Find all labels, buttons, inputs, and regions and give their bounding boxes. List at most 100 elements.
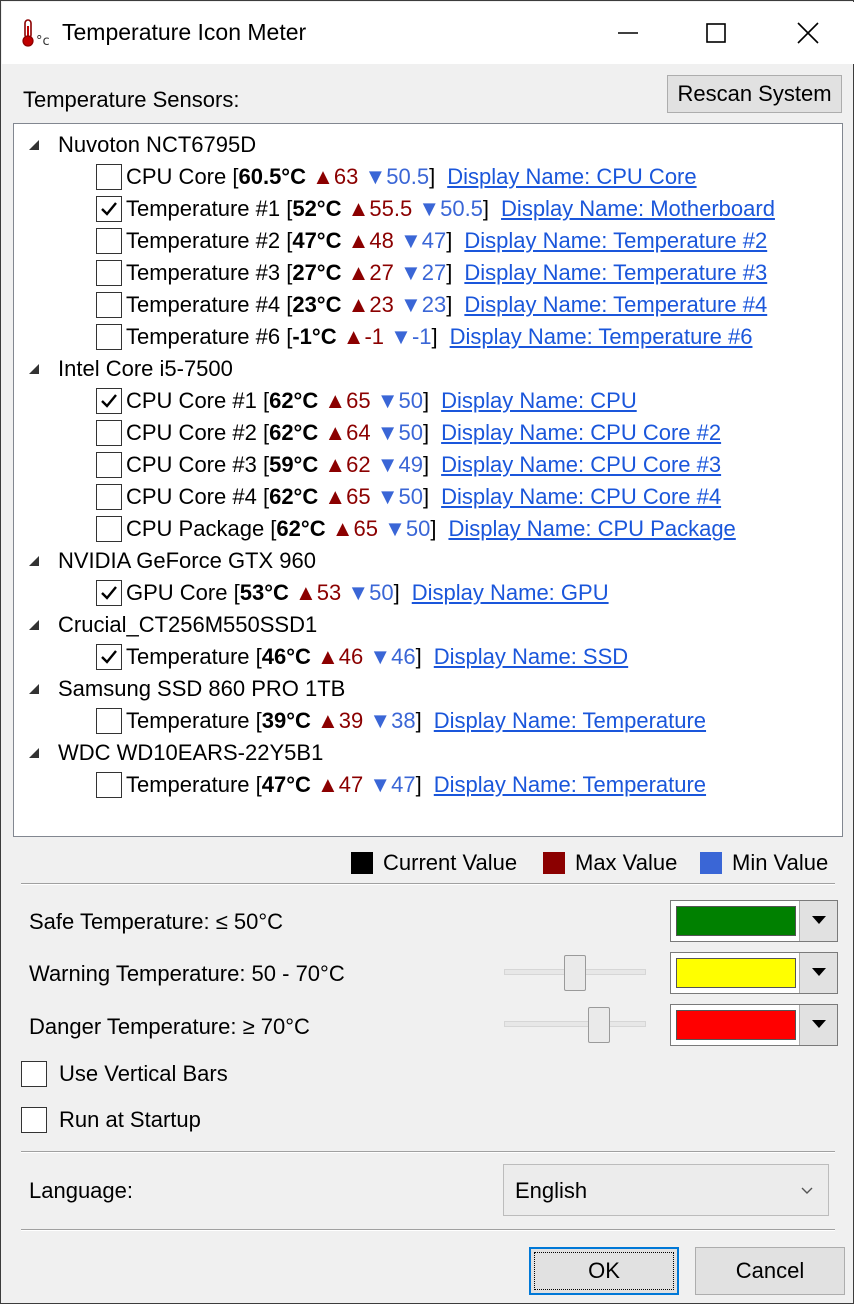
sensor-row[interactable]: Temperature #3 [27°C ▲27 ▼27] Display Nam…: [96, 257, 767, 289]
sensor-row[interactable]: Temperature #2 [47°C ▲48 ▼47] Display Nam…: [96, 225, 767, 257]
min-value: ▼50: [376, 388, 423, 413]
run-at-startup-checkbox[interactable]: Run at Startup: [21, 1107, 201, 1133]
close-button[interactable]: [762, 2, 854, 64]
sensor-row[interactable]: Temperature [47°C ▲47 ▼47] Display Name: …: [96, 769, 706, 801]
checkbox-box[interactable]: [21, 1107, 47, 1133]
slider-thumb[interactable]: [564, 955, 586, 991]
thermometer-icon: °c: [22, 19, 50, 48]
sensor-row[interactable]: CPU Core #2 [62°C ▲64 ▼50] Display Name: …: [96, 417, 721, 449]
danger-color-picker[interactable]: [670, 1004, 838, 1046]
display-name-link[interactable]: Display Name: GPU: [412, 580, 609, 606]
expand-arrow-icon[interactable]: [28, 747, 40, 759]
bracket-open: [: [264, 516, 277, 541]
sensor-checkbox[interactable]: [96, 228, 122, 254]
display-name-link[interactable]: Display Name: CPU Core #3: [441, 452, 721, 478]
display-name-link[interactable]: Display Name: CPU: [441, 388, 637, 414]
cancel-button[interactable]: Cancel: [695, 1247, 845, 1295]
display-name-link[interactable]: Display Name: Temperature #2: [464, 228, 767, 254]
tree-device[interactable]: WDC WD10EARS-22Y5B1: [14, 737, 323, 769]
min-value: ▼47: [369, 772, 416, 797]
expand-arrow-icon[interactable]: [28, 139, 40, 151]
title-bar[interactable]: °c Temperature Icon Meter: [2, 2, 854, 64]
warning-color-picker[interactable]: [670, 952, 838, 994]
sensor-row[interactable]: CPU Core [60.5°C ▲63 ▼50.5] Display Name:…: [96, 161, 697, 193]
warning-color-dropdown[interactable]: [799, 953, 837, 993]
expand-arrow-icon[interactable]: [28, 619, 40, 631]
minimize-button[interactable]: [582, 2, 674, 64]
danger-color-dropdown[interactable]: [799, 1005, 837, 1045]
sensor-checkbox[interactable]: [96, 452, 122, 478]
sensor-row[interactable]: Temperature #6 [-1°C ▲-1 ▼-1] Display Nam…: [96, 321, 752, 353]
display-name-link[interactable]: Display Name: Temperature: [434, 772, 706, 798]
sensor-row[interactable]: Temperature #1 [52°C ▲55.5 ▼50.5] Display…: [96, 193, 775, 225]
tree-device[interactable]: NVIDIA GeForce GTX 960: [14, 545, 316, 577]
expand-arrow-icon[interactable]: [28, 683, 40, 695]
sensor-checkbox[interactable]: [96, 420, 122, 446]
bracket-close: ]: [393, 580, 400, 605]
sensor-row[interactable]: Temperature [46°C ▲46 ▼46] Display Name: …: [96, 641, 628, 673]
display-name-link[interactable]: Display Name: Temperature: [434, 708, 706, 734]
sensor-row[interactable]: CPU Core #4 [62°C ▲65 ▼50] Display Name: …: [96, 481, 721, 513]
min-value: ▼46: [369, 644, 416, 669]
chevron-down-icon: [812, 1020, 826, 1028]
tree-device[interactable]: Intel Core i5-7500: [14, 353, 233, 385]
sensor-name: Temperature: [126, 708, 250, 733]
language-select[interactable]: English: [503, 1164, 829, 1216]
sensor-row[interactable]: Temperature [39°C ▲39 ▼38] Display Name: …: [96, 705, 706, 737]
sensor-row[interactable]: CPU Package [62°C ▲65 ▼50] Display Name: …: [96, 513, 736, 545]
slider-thumb[interactable]: [588, 1007, 610, 1043]
tree-device[interactable]: Crucial_CT256M550SSD1: [14, 609, 317, 641]
expand-arrow-icon[interactable]: [28, 555, 40, 567]
minimize-icon: [618, 32, 638, 34]
sensor-checkbox[interactable]: [96, 708, 122, 734]
sensor-checkbox[interactable]: [96, 164, 122, 190]
expand-arrow-icon[interactable]: [28, 363, 40, 375]
checkbox-box[interactable]: [21, 1061, 47, 1087]
danger-temperature-slider[interactable]: [504, 1005, 646, 1045]
safe-color-picker[interactable]: [670, 900, 838, 942]
use-vertical-bars-checkbox[interactable]: Use Vertical Bars: [21, 1061, 228, 1087]
sensor-row[interactable]: CPU Core #3 [59°C ▲62 ▼49] Display Name: …: [96, 449, 721, 481]
display-name-link[interactable]: Display Name: Temperature #6: [450, 324, 753, 350]
bracket-close: ]: [415, 772, 422, 797]
safe-color-dropdown[interactable]: [799, 901, 837, 941]
sensor-row[interactable]: Temperature #4 [23°C ▲23 ▼23] Display Nam…: [96, 289, 767, 321]
bracket-close: ]: [415, 708, 422, 733]
tree-device[interactable]: Nuvoton NCT6795D: [14, 129, 256, 161]
display-name-link[interactable]: Display Name: CPU Core #4: [441, 484, 721, 510]
sensor-checkbox[interactable]: [96, 516, 122, 542]
sensor-checkbox[interactable]: [96, 772, 122, 798]
display-name-link[interactable]: Display Name: SSD: [434, 644, 628, 670]
sensor-row[interactable]: GPU Core [53°C ▲53 ▼50] Display Name: GPU: [96, 577, 609, 609]
sensor-tree[interactable]: Nuvoton NCT6795D CPU Core [60.5°C ▲63 ▼50…: [13, 123, 843, 837]
legend-min: Min Value: [700, 849, 828, 877]
display-name-link[interactable]: Display Name: Temperature #4: [464, 292, 767, 318]
bracket-open: [: [280, 196, 293, 221]
display-name-link[interactable]: Display Name: CPU Package: [448, 516, 735, 542]
sensor-name: Temperature #6: [126, 324, 281, 349]
maximize-button[interactable]: [670, 2, 762, 64]
sensor-checkbox[interactable]: [96, 260, 122, 286]
warning-temperature-slider[interactable]: [504, 953, 646, 993]
sensor-checkbox[interactable]: [96, 324, 122, 350]
sensor-row[interactable]: CPU Core #1 [62°C ▲65 ▼50] Display Name: …: [96, 385, 637, 417]
sensor-checkbox[interactable]: [96, 388, 122, 414]
bracket-close: ]: [429, 164, 436, 189]
display-name-link[interactable]: Display Name: CPU Core #2: [441, 420, 721, 446]
sensor-checkbox[interactable]: [96, 196, 122, 222]
ok-button[interactable]: OK: [529, 1247, 679, 1295]
max-value: ▲-1: [342, 324, 385, 349]
sensor-checkbox[interactable]: [96, 644, 122, 670]
max-value: ▲53: [295, 580, 342, 605]
tree-device[interactable]: Samsung SSD 860 PRO 1TB: [14, 673, 345, 705]
display-name-link[interactable]: Display Name: CPU Core: [447, 164, 696, 190]
sensor-name: CPU Core #4: [126, 484, 257, 509]
sensor-checkbox[interactable]: [96, 580, 122, 606]
display-name-link[interactable]: Display Name: Motherboard: [501, 196, 775, 222]
rescan-system-button[interactable]: Rescan System: [667, 75, 842, 113]
sensor-checkbox[interactable]: [96, 292, 122, 318]
max-value: ▲23: [347, 292, 394, 317]
bracket-open: [: [256, 388, 270, 413]
sensor-checkbox[interactable]: [96, 484, 122, 510]
display-name-link[interactable]: Display Name: Temperature #3: [464, 260, 767, 286]
